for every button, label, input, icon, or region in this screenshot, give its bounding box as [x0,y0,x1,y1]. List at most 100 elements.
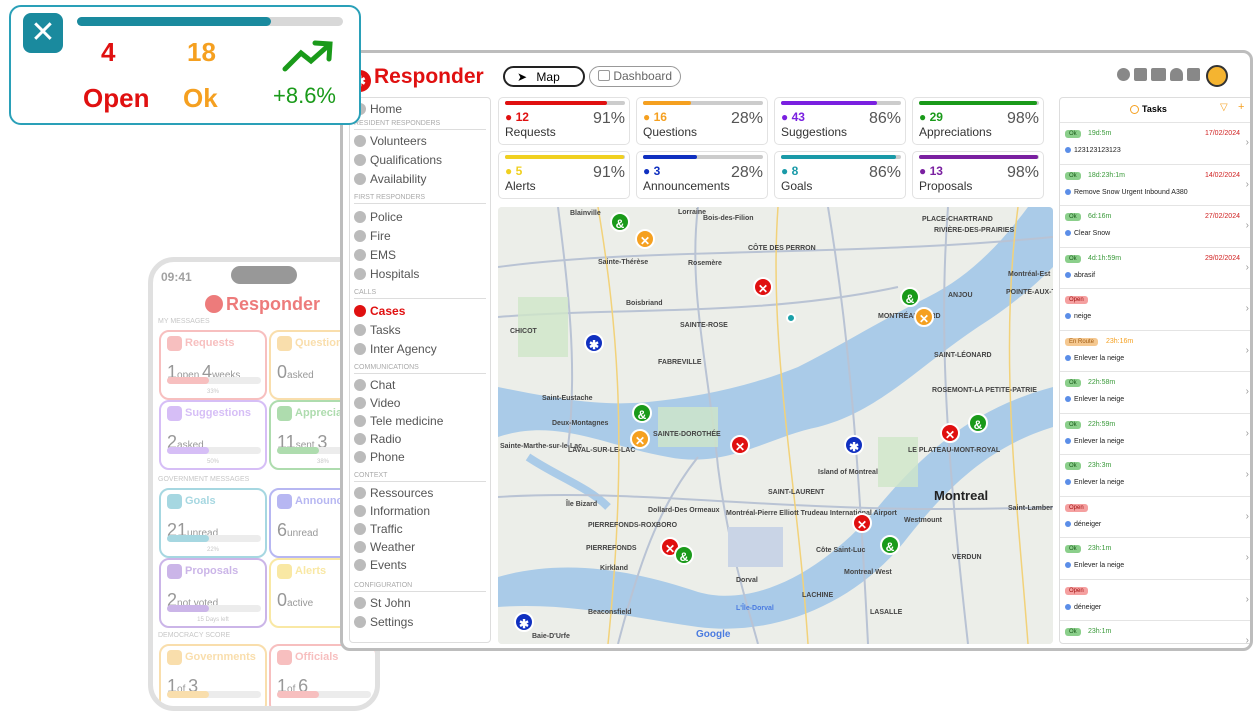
appreciation-marker-icon[interactable]: & [880,535,900,555]
question-marker-icon[interactable]: ✕ [630,429,650,449]
summary-tile-appreciations[interactable]: ● 29 Appreciations 98% [912,97,1044,145]
task-item[interactable]: En Route 23h:16m Enlever la neige › [1060,329,1250,371]
sidebar-item-label: Information [370,504,431,518]
task-item[interactable]: Ok23h:1mEnlever la neige› [1060,620,1250,643]
ems-marker-icon[interactable]: ✱ [514,612,534,632]
task-elapsed-time: 23h:16m [1106,337,1134,345]
appreciation-marker-icon[interactable]: & [610,212,630,232]
sidebar-item-availability[interactable]: Availability [354,172,426,186]
phone-card[interactable]: Goals 21unread 22% [159,488,267,558]
ems-marker-icon[interactable]: ✱ [844,435,864,455]
summary-tile-alerts[interactable]: ● 5 Alerts 91% [498,151,630,199]
task-item[interactable]: Open déneiger › [1060,578,1250,620]
tile-label: Questions [643,125,698,139]
summary-tile-announcements[interactable]: ● 3 Announcements 28% [636,151,768,199]
sidebar-item-tele[interactable]: Tele medicine [354,414,443,428]
question-marker-icon[interactable]: ✕ [914,307,934,327]
notifications-icon[interactable] [1151,68,1166,81]
phone-card[interactable]: Suggestions 2asked 50% [159,400,267,470]
task-item[interactable]: Open déneiger › [1060,495,1250,537]
task-item[interactable]: Ok 4d:1h:59m 29/02/2024 abrasif › [1060,246,1250,288]
map-place-label: L'Île-Dorval [736,605,774,612]
phone-card[interactable]: Officials 1of 6 [269,644,375,706]
add-icon[interactable] [1187,68,1200,81]
task-item[interactable]: Ok 23h:3m Enlever la neige › [1060,454,1250,495]
chevron-right-icon: › [1245,510,1249,522]
info-icon[interactable] [1117,68,1130,81]
sidebar-item-inter_agency[interactable]: Inter Agency [354,342,437,356]
sidebar-item-stjohn[interactable]: St John [354,596,411,610]
map-view[interactable]: Blainville Lorraine Bois-des-Filion Sainte-… [498,207,1053,644]
user-avatar[interactable] [1206,65,1228,87]
sidebar-item-settings[interactable]: Settings [354,615,413,629]
phone-card-n1: 0 [277,362,288,382]
appreciation-marker-icon[interactable]: & [674,545,694,565]
sidebar-item-fire[interactable]: Fire [354,229,391,243]
summary-tile-goals[interactable]: ● 8 Goals 86% [774,151,906,199]
task-item[interactable]: Open neige › [1060,288,1250,329]
appreciation-marker-icon[interactable]: & [632,403,652,423]
map-place-label: POINTE-AUX-TREMBLES [1006,289,1053,296]
task-item[interactable]: Ok 22h:58m Enlever la neige › [1060,371,1250,412]
phone-card-progress [167,535,261,542]
sidebar-item-police[interactable]: Police [354,210,403,224]
sidebar-item-chat[interactable]: Chat [354,378,395,392]
phone-card-progress [167,377,261,384]
sidebar-item-qualifications[interactable]: Qualifications [354,153,442,167]
request-marker-icon[interactable]: ✕ [753,277,773,297]
sidebar-item-phone[interactable]: Phone [354,450,405,464]
ems-icon [354,249,366,261]
summary-tile-requests[interactable]: ● 12 Requests 91% [498,97,630,145]
goal-marker-icon[interactable] [786,313,796,323]
sidebar-item-home[interactable]: Home [354,102,402,116]
sidebar-item-label: Tele medicine [370,414,444,428]
add-task-icon[interactable]: + [1238,101,1244,113]
phone-logo-icon [205,295,223,313]
appreciation-marker-icon[interactable]: & [900,287,920,307]
app-logo[interactable]: ✱Responder [349,65,484,92]
traffic-icon [354,523,366,535]
sidebar-item-video[interactable]: Video [354,396,400,410]
sidebar-item-tasks[interactable]: Tasks [354,323,401,337]
task-type-icon [1065,603,1071,610]
alarm-icon[interactable] [1170,68,1183,81]
summary-tile-suggestions[interactable]: ● 43 Suggestions 86% [774,97,906,145]
task-item[interactable]: Ok23h:1mEnlever la neige› [1060,537,1250,578]
availability-icon [354,173,366,185]
sidebar-item-information[interactable]: Information [354,504,430,518]
filter-icon[interactable]: ▽ [1220,102,1228,113]
sidebar-item-events[interactable]: Events [354,558,407,572]
task-item[interactable]: Ok 19d:5m 17/02/2024 123123123123 › [1060,122,1250,163]
sidebar-item-cases[interactable]: Cases [354,304,405,318]
task-item[interactable]: Ok 6d:16m 27/02/2024 Clear Snow › [1060,205,1250,246]
map-toggle-button[interactable]: ➤ Map [503,66,585,87]
ems-marker-icon[interactable]: ✱ [584,333,604,353]
sidebar-item-radio[interactable]: Radio [354,432,401,446]
phone-card[interactable]: Requests 1open 4weeks 33% [159,330,267,400]
help-icon[interactable] [1134,68,1147,81]
appreciation-marker-icon[interactable]: & [968,413,988,433]
map-place-label: LASALLE [870,609,903,616]
phone-card[interactable]: Proposals 2not voted 15 Days left [159,558,267,628]
task-item[interactable]: Ok 18d:23h:1m 14/02/2024 Remove Snow Urgent… [1060,163,1250,205]
chevron-right-icon: › [1245,303,1249,314]
request-marker-icon[interactable]: ✕ [730,435,750,455]
menu-section-sec_first: FIRST RESPONDERS [354,194,426,201]
sidebar-item-ems[interactable]: EMS [354,248,396,262]
chevron-right-icon: › [1245,220,1249,231]
tile-progress-bar [505,101,625,105]
sidebar-item-traffic[interactable]: Traffic [354,522,403,536]
phone-card[interactable]: Governments 1of 3 [159,644,267,706]
summary-tile-proposals[interactable]: ● 13 Proposals 98% [912,151,1044,199]
request-marker-icon[interactable]: ✕ [940,423,960,443]
task-item[interactable]: Ok 22h:59m Enlever la neige › [1060,412,1250,454]
question-marker-icon[interactable]: ✕ [635,229,655,249]
task-type-icon [1065,313,1071,319]
dashboard-toggle-button[interactable]: Dashboard [589,66,681,87]
request-marker-icon[interactable]: ✕ [852,513,872,533]
sidebar-item-hospitals[interactable]: Hospitals [354,267,419,281]
sidebar-item-weather[interactable]: Weather [354,540,415,554]
sidebar-item-ressources[interactable]: Ressources [354,486,433,500]
sidebar-item-volunteers[interactable]: Volunteers [354,134,427,148]
summary-tile-questions[interactable]: ● 16 Questions 28% [636,97,768,145]
